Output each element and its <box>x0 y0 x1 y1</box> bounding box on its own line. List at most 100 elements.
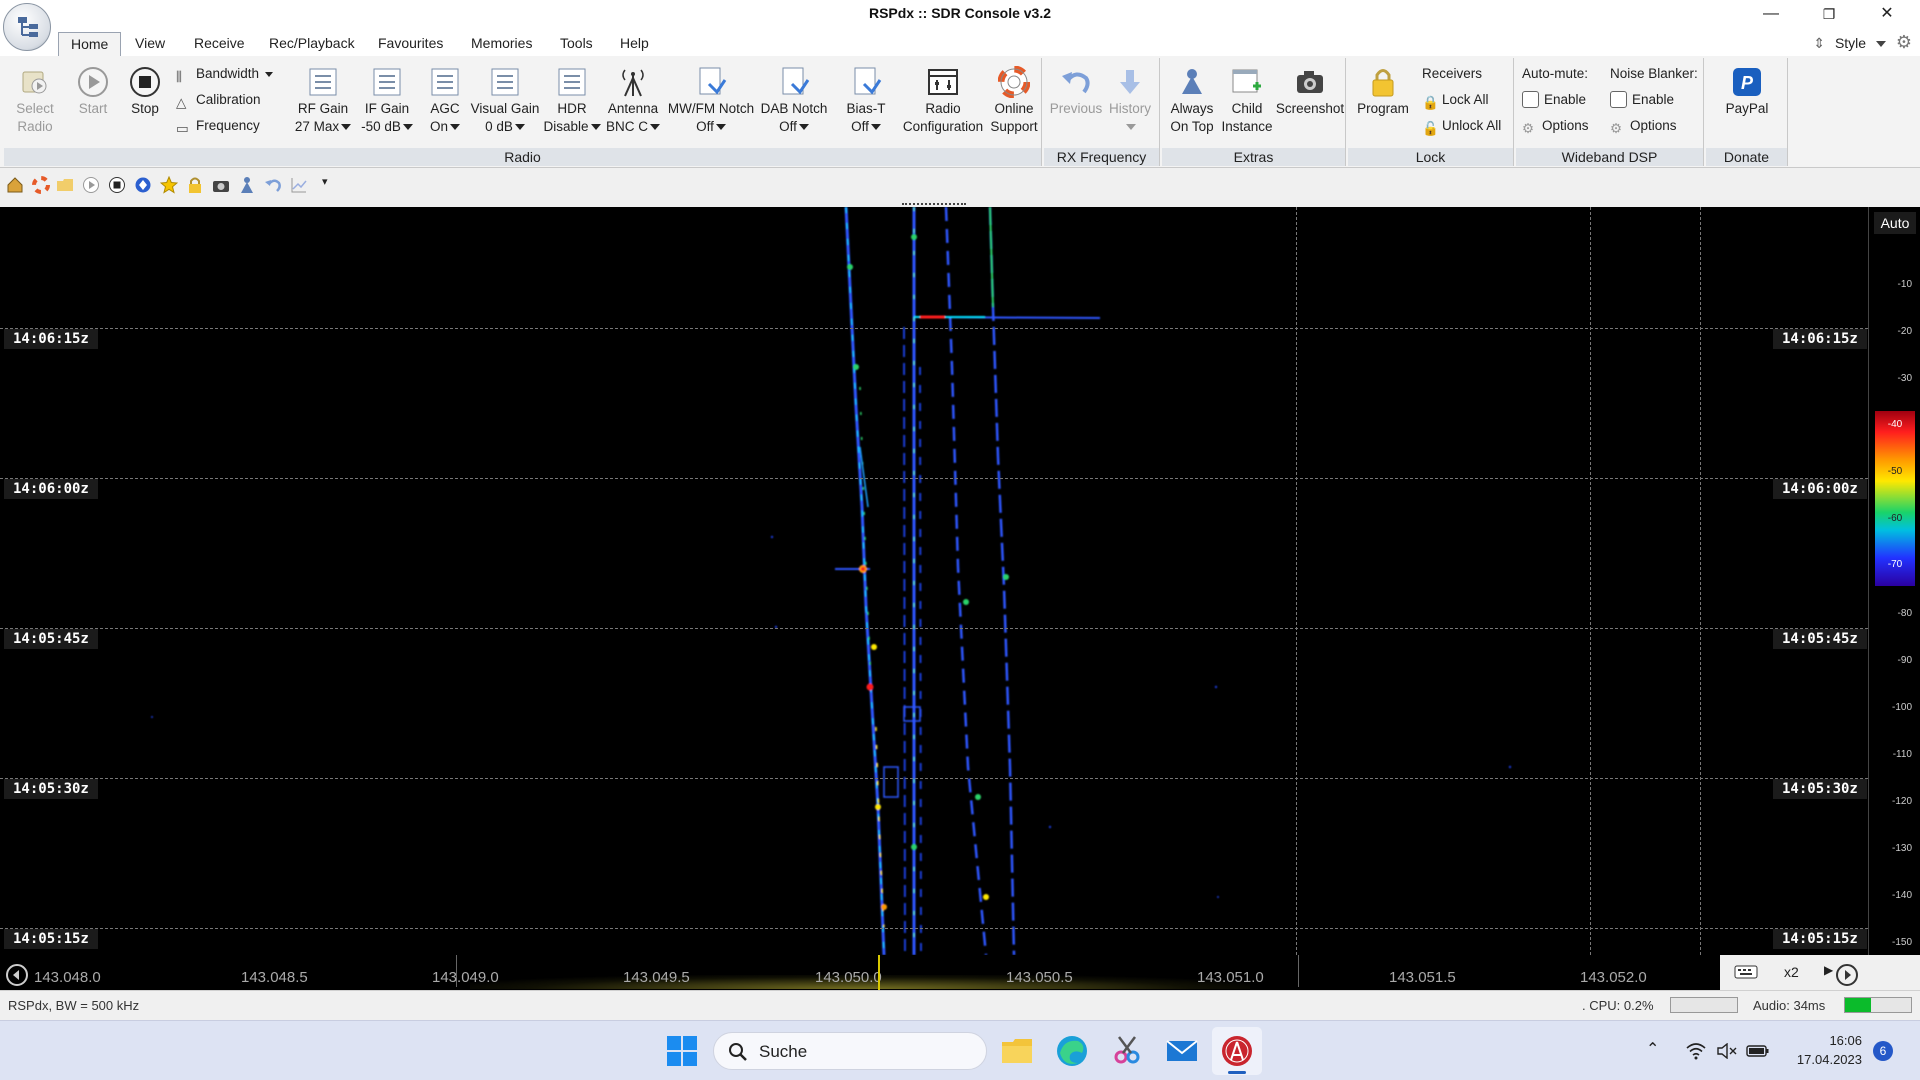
tab-help[interactable]: Help <box>608 32 661 56</box>
home-icon[interactable] <box>6 176 24 194</box>
speaker-muted-icon[interactable] <box>1716 1043 1738 1059</box>
paypal-button[interactable]: P PayPal <box>1710 58 1784 118</box>
stop-icon[interactable] <box>108 176 126 194</box>
chevron-down-icon <box>870 124 881 130</box>
start-button[interactable]: Start <box>68 58 118 118</box>
battery-icon[interactable] <box>1746 1043 1770 1059</box>
camera-icon[interactable] <box>212 176 230 194</box>
history-button[interactable]: History <box>1102 58 1158 136</box>
sdr-console-icon <box>1222 1036 1252 1066</box>
select-radio-button[interactable]: Select Radio <box>10 58 60 136</box>
snipping-tool-icon[interactable] <box>1109 1033 1145 1069</box>
waterfall-display[interactable]: 14:06:15z 14:06:00z 14:05:45z 14:05:30z … <box>0 207 1868 955</box>
tab-home[interactable]: Home <box>58 32 122 56</box>
edge-browser-icon[interactable] <box>1054 1033 1090 1069</box>
play-icon[interactable] <box>82 176 100 194</box>
child-instance-button[interactable]: Child Instance <box>1218 58 1276 136</box>
checkbox[interactable] <box>1610 91 1627 108</box>
stop-button[interactable]: Stop <box>120 58 170 118</box>
if-gain-button[interactable]: IF Gain -50 dB <box>354 58 420 136</box>
chevron-down-icon <box>1126 124 1136 130</box>
folder-icon[interactable] <box>56 176 74 194</box>
padlock-icon[interactable] <box>186 176 204 194</box>
wifi-icon[interactable] <box>1686 1042 1706 1060</box>
hdr-button[interactable]: HDR Disable <box>540 58 604 136</box>
visual-gain-button[interactable]: Visual Gain 0 dB <box>464 58 546 136</box>
checkbox[interactable] <box>1522 91 1539 108</box>
dab-notch-button[interactable]: DAB Notch Off <box>756 58 832 136</box>
tab-tools[interactable]: Tools <box>548 32 605 56</box>
gear-icon[interactable]: ⚙ <box>1896 32 1912 52</box>
screenshot-button[interactable]: Screenshot <box>1274 58 1346 118</box>
star-icon[interactable] <box>160 176 178 194</box>
timestamp-label: 14:06:15z <box>1773 329 1867 349</box>
pin-icon[interactable] <box>238 176 256 194</box>
sdr-console-taskbar-button[interactable] <box>1212 1027 1262 1075</box>
rf-gain-button[interactable]: RF Gain 27 Max <box>290 58 356 136</box>
noise-blanker-options-button[interactable]: ⚙ Options <box>1610 116 1677 136</box>
scroll-left-button[interactable] <box>6 964 28 986</box>
taskbar-search[interactable]: Suche <box>713 1032 987 1070</box>
tab-receive[interactable]: Receive <box>182 32 257 56</box>
windows-start-icon[interactable] <box>664 1033 700 1069</box>
freq-label: 143.048.5 <box>241 969 308 986</box>
clock[interactable]: 16:06 17.04.2023 <box>1786 1031 1862 1069</box>
title-bar: RSPdx :: SDR Console v3.2 — ❐ ✕ <box>0 0 1920 28</box>
timestamp-label: 14:05:30z <box>1773 779 1867 799</box>
stop-icon <box>130 67 160 97</box>
keyboard-icon[interactable] <box>1734 964 1758 980</box>
db-scale[interactable]: Auto -40 -50 -60 -70 -10 -20 -30 -80 -90… <box>1868 207 1920 955</box>
radio-configuration-button[interactable]: Radio Configuration <box>892 58 994 136</box>
freq-gridline <box>1296 207 1297 955</box>
previous-button[interactable]: Previous <box>1048 58 1104 118</box>
splitter-handle[interactable] <box>902 203 966 206</box>
play-arrow-icon[interactable]: ▶ <box>1824 963 1833 977</box>
undo-icon[interactable] <box>264 176 282 194</box>
app-menu-icon[interactable] <box>3 3 51 51</box>
minimize-button[interactable]: — <box>1742 0 1800 28</box>
notification-badge[interactable]: 6 <box>1873 1041 1893 1061</box>
tab-memories[interactable]: Memories <box>459 32 544 56</box>
lifebuoy-icon[interactable] <box>32 176 50 194</box>
db-label: -110 <box>1892 749 1912 760</box>
chevron-down-icon <box>650 124 660 130</box>
file-explorer-icon[interactable] <box>999 1033 1035 1069</box>
noise-blanker-enable-checkbox[interactable]: Enable <box>1610 90 1674 110</box>
calibration-button[interactable]: △ Calibration <box>176 90 261 110</box>
auto-scale-button[interactable]: Auto <box>1874 212 1916 234</box>
customize-toolbar-icon[interactable]: ▾ <box>322 175 328 188</box>
unlock-all-button[interactable]: 🔓 Unlock All <box>1422 116 1501 136</box>
db-label: -90 <box>1897 655 1912 666</box>
auto-mute-enable-checkbox[interactable]: Enable <box>1522 90 1586 110</box>
chevron-up-icon[interactable]: ⌃ <box>1646 1039 1659 1059</box>
program-button[interactable]: Program <box>1352 58 1414 118</box>
tab-rec-playback[interactable]: Rec/Playback <box>257 32 367 56</box>
tab-favourites[interactable]: Favourites <box>366 32 455 56</box>
graph-icon[interactable] <box>290 176 308 194</box>
frequency-axis[interactable]: 143.048.0 143.048.5 143.049.0 143.049.5 … <box>0 955 1920 990</box>
active-indicator <box>1228 1071 1246 1074</box>
bandwidth-button[interactable]: ⫼ Bandwidth <box>176 64 274 84</box>
auto-mute-options-button[interactable]: ⚙ Options <box>1522 116 1589 136</box>
mwfm-notch-button[interactable]: MW/FM Notch Off <box>664 58 758 136</box>
style-menu[interactable]: ⇕ Style ⚙ <box>1813 32 1912 53</box>
tab-view[interactable]: View <box>123 32 177 56</box>
always-on-top-button[interactable]: Always On Top <box>1164 58 1220 136</box>
agc-button[interactable]: AGC On <box>420 58 470 136</box>
frequency-button[interactable]: ▭ Frequency <box>176 116 260 136</box>
scroll-right-button[interactable] <box>1836 964 1858 986</box>
padlock-icon <box>1372 69 1394 97</box>
zoom-level[interactable]: x2 <box>1784 964 1799 980</box>
close-button[interactable]: ✕ <box>1858 0 1916 28</box>
lock-all-button[interactable]: 🔒 Lock All <box>1422 90 1489 110</box>
bandwidth-icon: ⫼ <box>176 69 182 84</box>
online-support-button[interactable]: Online Support <box>984 58 1044 136</box>
ribbon: Select Radio Start Stop ⫼ Bandwidth △ Calib… <box>0 56 1920 168</box>
mail-icon[interactable] <box>1164 1033 1200 1069</box>
sync-icon[interactable] <box>134 176 152 194</box>
tuning-marker[interactable] <box>878 955 880 990</box>
color-range-bar[interactable]: -40 -50 -60 -70 <box>1875 411 1915 586</box>
bias-t-button[interactable]: Bias-T Off <box>836 58 896 136</box>
restore-button[interactable]: ❐ <box>1800 0 1858 28</box>
antenna-button[interactable]: Antenna BNC C <box>600 58 666 136</box>
